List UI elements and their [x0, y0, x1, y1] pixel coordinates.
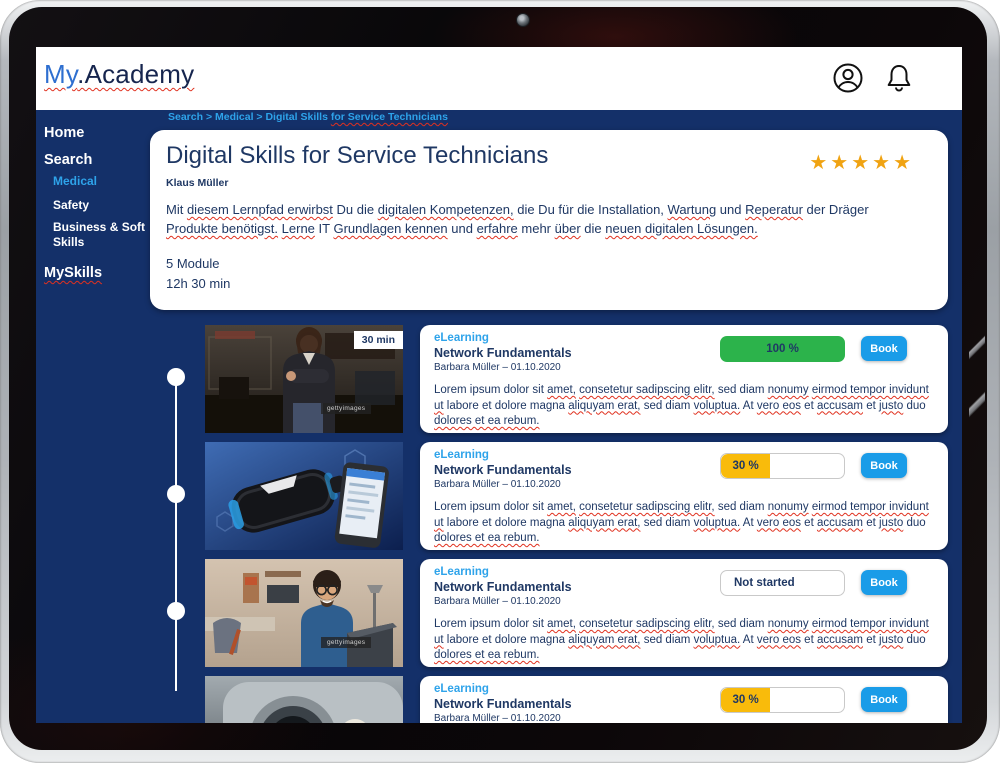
progress-bar: 100 % — [720, 336, 845, 362]
course-summary: Lorem ipsum dolor sit amet, consetetur s… — [434, 384, 929, 427]
course-card[interactable]: eLearning Network Fundamentals Barbara M… — [420, 676, 948, 723]
course-author-date: Barbara Müller – 01.10.2020 — [434, 713, 561, 723]
course-duration: 12h 30 min — [166, 276, 231, 291]
book-button[interactable]: Book — [861, 687, 907, 712]
sidebar-item-home[interactable]: Home — [44, 125, 84, 141]
duration-badge: 30 min — [353, 331, 403, 349]
timeline-line — [175, 377, 177, 691]
watermark: gettyimages — [321, 403, 372, 414]
course-thumbnail-camera[interactable] — [205, 676, 403, 723]
course-author-date: Barbara Müller – 01.10.2020 — [434, 479, 561, 490]
course-title: Network Fundamentals — [434, 346, 572, 360]
timeline-dot — [167, 602, 185, 620]
sidebar-item-business-soft-skills[interactable]: Business & Soft Skills — [53, 220, 145, 250]
course-category: eLearning — [434, 683, 489, 695]
book-button[interactable]: Book — [861, 453, 907, 478]
course-title: Network Fundamentals — [434, 463, 572, 477]
course-title: Network Fundamentals — [434, 697, 572, 711]
screen: My.Academy Search > Medical > Digital Sk… — [36, 47, 962, 723]
course-author-date: Barbara Müller – 01.10.2020 — [434, 362, 561, 373]
course-category: eLearning — [434, 332, 489, 344]
logo-part2: .Academy — [77, 59, 195, 89]
progress-label: 100 % — [766, 343, 799, 355]
book-button[interactable]: Book — [861, 570, 907, 595]
course-card[interactable]: eLearning Network Fundamentals Barbara M… — [420, 442, 948, 550]
course-thumbnail-woman-office[interactable]: 30 min gettyimages — [205, 325, 403, 433]
progress-bar: 30 % — [720, 453, 845, 479]
course-thumbnail-man-laptop[interactable]: gettyimages — [205, 559, 403, 667]
course-summary: Lorem ipsum dolor sit amet, consetetur s… — [434, 501, 929, 544]
course-card[interactable]: eLearning Network Fundamentals Barbara M… — [420, 325, 948, 433]
app-header: My.Academy — [36, 47, 962, 110]
book-button[interactable]: Book — [861, 336, 907, 361]
tablet-frame: My.Academy Search > Medical > Digital Sk… — [0, 0, 1000, 763]
progress-fill: 30 % — [721, 454, 771, 478]
tablet-side-button — [969, 382, 985, 426]
course-author-date: Barbara Müller – 01.10.2020 — [434, 596, 561, 607]
progress-label: 30 % — [732, 460, 759, 472]
course-category: eLearning — [434, 449, 489, 461]
sidebar-item-safety[interactable]: Safety — [53, 198, 89, 212]
course-title: Network Fundamentals — [434, 580, 572, 594]
profile-icon[interactable] — [831, 61, 865, 95]
watermark: gettyimages — [321, 637, 372, 648]
sidebar-item-medical[interactable]: Medical — [53, 174, 97, 188]
progress-bar: 30 % — [720, 687, 845, 713]
timeline-dot — [167, 485, 185, 503]
progress-label: Not started — [734, 577, 795, 589]
bell-icon[interactable] — [882, 61, 916, 95]
sidebar-item-search[interactable]: Search — [44, 152, 92, 168]
app-logo: My.Academy — [44, 59, 194, 90]
course-card[interactable]: eLearning Network Fundamentals Barbara M… — [420, 559, 948, 667]
tablet-camera-icon — [516, 13, 530, 27]
sidebar-item-myskills[interactable]: MySkills — [44, 265, 102, 281]
course-category: eLearning — [434, 566, 489, 578]
course-author: Klaus Müller — [166, 177, 229, 189]
page-title: Digital Skills for Service Technicians — [166, 142, 549, 169]
module-count: 5 Module — [166, 256, 220, 271]
course-summary: Lorem ipsum dolor sit amet, consetetur s… — [434, 618, 929, 661]
timeline-dot — [167, 368, 185, 386]
course-description: Mit diesem Lernpfad erwirbst Du die digi… — [166, 202, 869, 236]
breadcrumb[interactable]: Search > Medical > Digital Skills for Se… — [168, 111, 448, 123]
course-overview-card: Digital Skills for Service Technicians K… — [150, 130, 948, 310]
progress-fill: 30 % — [721, 688, 771, 712]
logo-part1: My — [44, 59, 78, 89]
progress-bar: Not started — [720, 570, 845, 596]
course-thumbnail-device[interactable] — [205, 442, 403, 550]
tablet-side-button — [969, 330, 985, 364]
progress-label: 30 % — [732, 694, 759, 706]
star-rating: ★★★★★ — [809, 152, 914, 174]
